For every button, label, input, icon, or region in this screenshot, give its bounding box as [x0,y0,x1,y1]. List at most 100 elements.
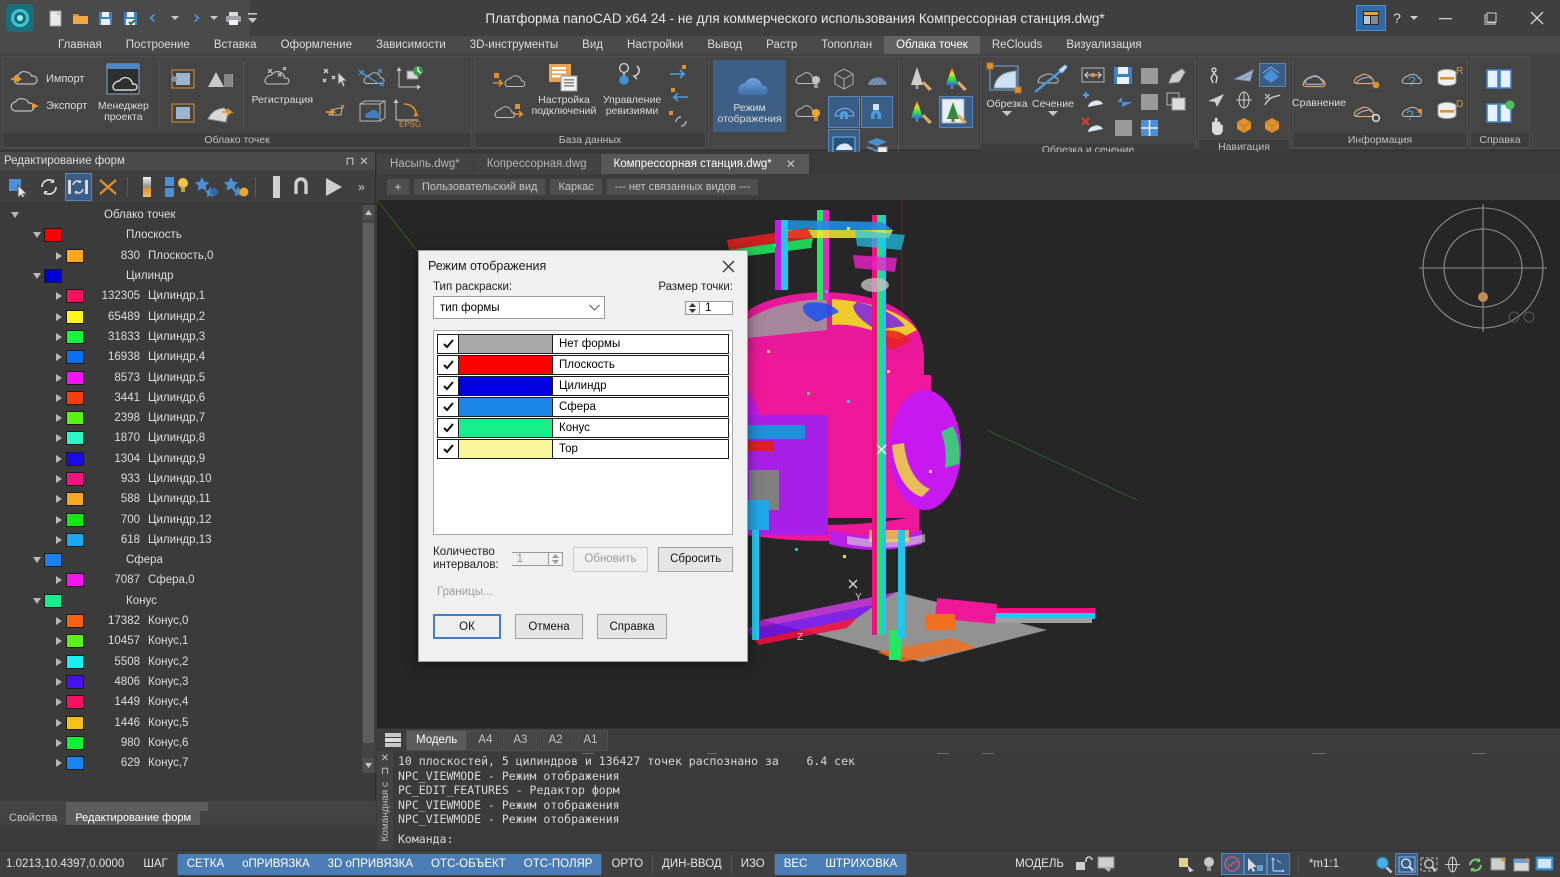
ribbon-tab-10[interactable]: Топоплан [809,36,884,54]
orbit-icon[interactable] [1441,853,1464,875]
color-swatch[interactable] [66,249,84,263]
clip-button[interactable]: Обрезка [985,60,1029,117]
workspace-switch-icon[interactable] [1356,5,1386,31]
panel-tab-0[interactable]: Свойства [0,811,66,825]
tree-row[interactable]: 629Конус,7 [0,753,376,773]
point-snap-icon[interactable] [861,96,893,128]
section-delete-icon[interactable] [1077,113,1109,137]
no-entry-icon[interactable] [1221,853,1244,875]
color-swatch[interactable] [66,411,84,425]
pan-hand-nav-icon[interactable] [1203,113,1230,137]
point-cursor-icon[interactable] [317,62,353,95]
color-swatch[interactable] [44,269,62,283]
cloud-import-point-icon[interactable] [317,96,353,129]
db-push-icon[interactable] [667,85,691,107]
dialog-close-icon[interactable] [715,254,741,278]
twisty-closed-icon[interactable] [52,350,66,364]
twisty-closed-icon[interactable] [52,695,66,709]
document-tab-2[interactable]: Компрессорная станция.dwg*✕ [601,154,809,174]
close-button[interactable] [1514,0,1560,36]
shape-type-checkbox[interactable] [438,419,459,437]
cancel-button[interactable]: Отмена [515,614,583,639]
ribbon-tab-4[interactable]: Зависимости [364,36,458,54]
fullscreen-icon[interactable] [1533,853,1556,875]
color-swatch[interactable] [66,675,84,689]
reset-button[interactable]: Сбросить [658,547,733,572]
orbit-nav-icon[interactable] [1259,63,1286,87]
add-view-button[interactable]: + [387,179,409,195]
ribbon-tab-6[interactable]: Вид [570,36,615,54]
twisty-closed-icon[interactable] [52,614,66,628]
intervals-stepper[interactable] [512,552,563,566]
status-toggle-1[interactable]: СЕТКА [178,854,233,875]
connection-settings-button[interactable]: Настройка подключений [531,60,597,117]
zoom-extents-icon[interactable] [1418,853,1441,875]
cloud-point-info-icon[interactable] [1348,63,1386,95]
tree-row[interactable]: 10457Конус,1 [0,631,376,651]
db-import-cloud-icon[interactable] [489,66,529,96]
command-prompt[interactable]: Команда: [398,832,453,846]
cloud-align-icon[interactable] [354,62,390,95]
compare-button[interactable]: Сравнение [1292,60,1346,109]
tree-row[interactable]: 1446Конус,5 [0,712,376,732]
layout-list-icon[interactable] [380,730,406,751]
color-swatch[interactable] [66,452,84,466]
section-move-icon[interactable] [1077,63,1109,87]
import-cloud-button[interactable]: Импорт [7,66,90,92]
db-export-cloud-icon[interactable] [489,97,529,127]
tree-rainbow-icon[interactable] [939,63,973,95]
status-toggle-4[interactable]: ОТС-ОБЪЕКТ [422,854,515,875]
clean-screen-icon[interactable] [1487,853,1510,875]
export-cloud-button[interactable]: Экспорт [7,93,90,119]
cube-view-icon[interactable] [1231,113,1258,137]
cylinder-shape-icon[interactable] [292,173,319,201]
gradient-icon[interactable] [134,173,161,201]
db-r-icon[interactable]: R [1434,63,1468,95]
zoom-magnifier-icon[interactable] [1372,853,1395,875]
cloud-export-shape-icon[interactable] [202,96,238,129]
tree-row[interactable]: 1870Цилиндр,8 [0,428,376,448]
point-size-down-arrow[interactable] [686,308,699,314]
tree-framed-icon[interactable] [939,96,973,128]
refresh-view-icon[interactable] [1464,853,1487,875]
redo-icon[interactable] [183,6,205,30]
color-swatch[interactable] [66,472,84,486]
color-swatch[interactable] [66,634,84,648]
twisty-closed-icon[interactable] [52,756,66,770]
twisty-open-icon[interactable] [30,269,44,283]
shape-type-list[interactable]: Нет формыПлоскостьЦилиндрСфераКонусТор [433,330,733,535]
ribbon-tab-8[interactable]: Вывод [695,36,754,54]
cloud-lamp-off-icon[interactable] [788,63,826,95]
scroll-down-arrow[interactable] [363,758,374,773]
section-button[interactable]: Сечение [1031,60,1075,117]
cloud-lamp-on-icon[interactable] [788,96,826,128]
document-tab-close-icon[interactable]: ✕ [786,157,796,171]
maximize-button[interactable] [1468,0,1514,36]
model-space-icon[interactable] [1096,853,1119,875]
pin-icon[interactable]: ⊓ [343,154,357,168]
twisty-open-icon[interactable] [30,594,44,608]
isolate-icon[interactable] [164,173,191,201]
shape-tree[interactable]: Облако точекПлоскость830Плоскость,0Цилин… [0,205,376,773]
ribbon-tab-11[interactable]: Облака точек [884,36,980,54]
layout-tab-1[interactable]: A4 [468,730,502,751]
twisty-closed-icon[interactable] [52,716,66,730]
annotation-scale[interactable]: *m1:1 [1299,858,1349,870]
cloud-crop-frame-icon[interactable] [165,96,201,129]
print-icon[interactable] [222,6,244,30]
twisty-open-icon[interactable] [8,208,22,222]
tree-row[interactable]: 31833Цилиндр,3 [0,327,376,347]
tree-row[interactable]: Сфера [0,550,376,570]
layout-tab-3[interactable]: A2 [538,730,572,751]
view-navigation-compass[interactable] [1419,204,1547,332]
tree-row[interactable]: 132305Цилиндр,1 [0,286,376,306]
rotate-view-icon[interactable] [1231,88,1258,112]
help-book-icon[interactable] [1482,62,1518,95]
cloud-point-info-empty-icon[interactable] [1348,96,1386,128]
shape-type-item[interactable]: Цилиндр [437,376,729,396]
tree-row[interactable]: Облако точек [0,205,376,225]
twisty-closed-icon[interactable] [52,675,66,689]
twisty-closed-icon[interactable] [52,431,66,445]
tree-row[interactable]: 7087Сфера,0 [0,570,376,590]
zoom-window-icon[interactable] [1395,853,1418,875]
